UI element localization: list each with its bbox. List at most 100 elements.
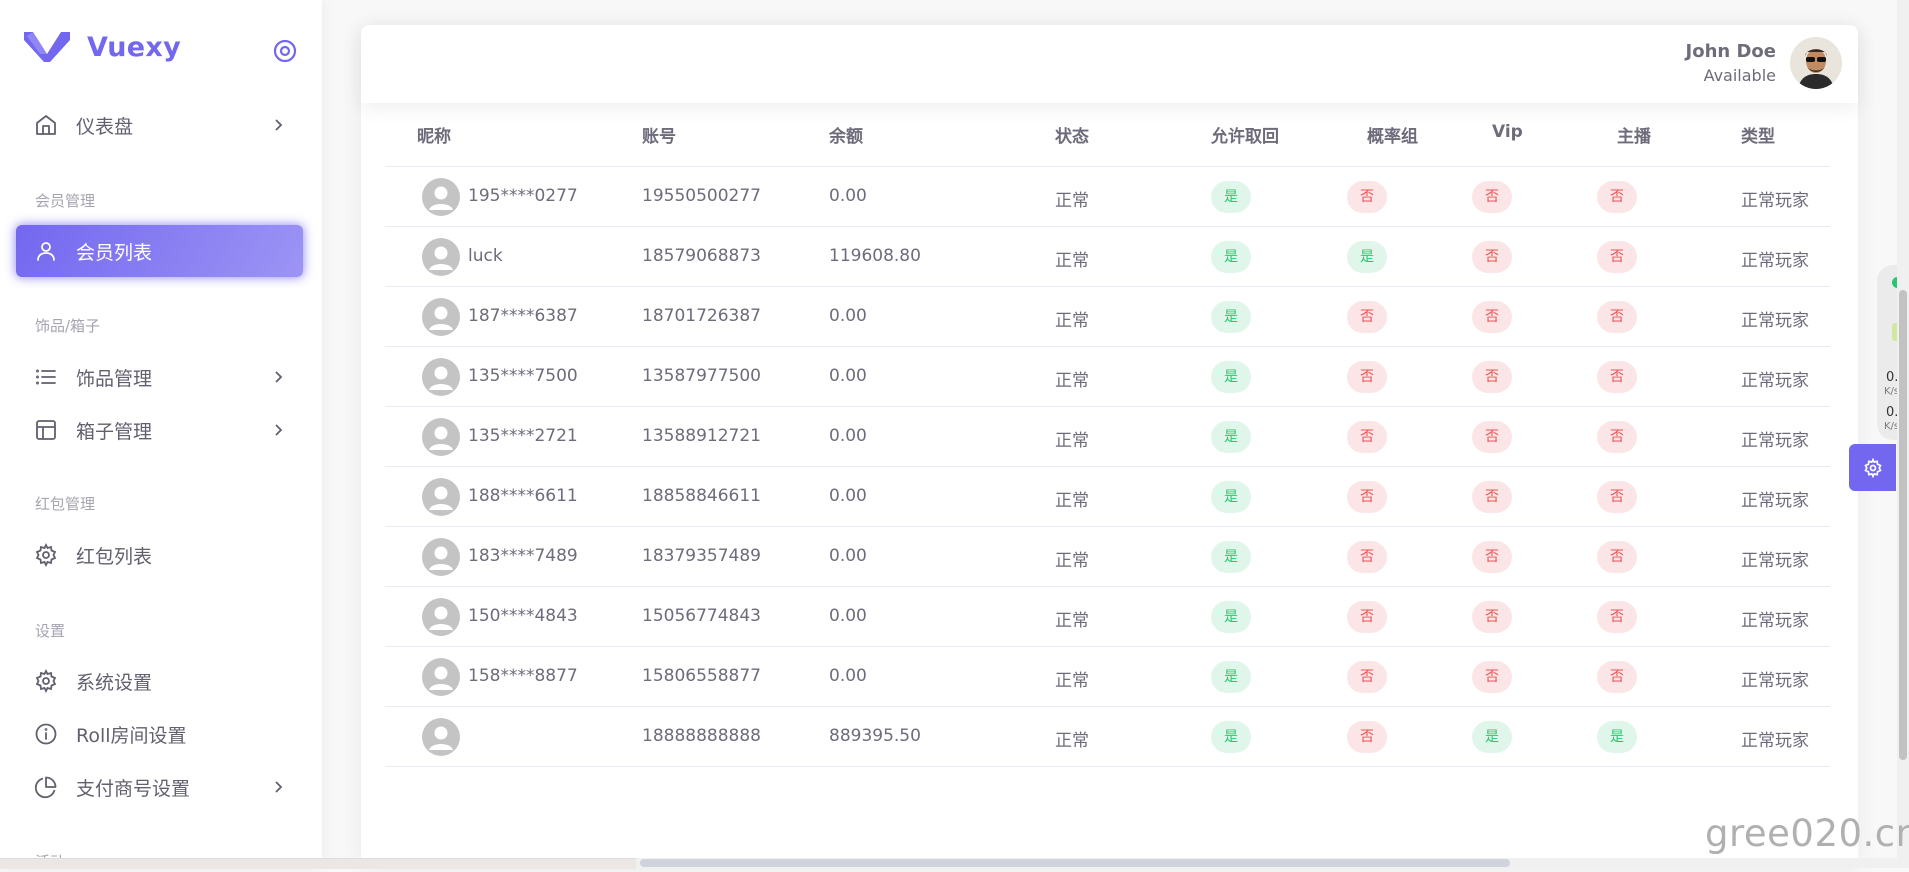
sidebar-item-label: 仪表盘	[76, 115, 134, 138]
vip-badge: 否	[1472, 421, 1512, 453]
vip-badge: 否	[1472, 541, 1512, 573]
column-header-account[interactable]: 账号	[642, 122, 676, 147]
balance-cell: 0.00	[829, 666, 867, 686]
nickname-cell: 183****7489	[468, 546, 578, 566]
anchor-badge: 否	[1597, 541, 1637, 573]
column-header-type[interactable]: 类型	[1741, 122, 1775, 147]
section-header-redpack: 红包管理	[35, 495, 96, 513]
column-header-vip[interactable]: Vip	[1492, 122, 1523, 142]
vip-badge: 是	[1472, 721, 1512, 753]
info-icon	[34, 722, 58, 746]
sidebar-item-redpack-list[interactable]: 红包列表	[16, 529, 303, 581]
avatar	[422, 298, 460, 336]
table-row[interactable]: 187****6387 18701726387 0.00 正常 是 否 否 否 正常玩家	[385, 287, 1830, 347]
avatar	[422, 478, 460, 516]
avatar	[422, 598, 460, 636]
vip-badge: 否	[1472, 361, 1512, 393]
chevron-right-icon	[275, 781, 283, 793]
table-body: 195****0277 19550500277 0.00 正常是否否否正常玩家 luck…	[385, 167, 1830, 767]
column-header-allow-withdraw[interactable]: 允许取回	[1211, 122, 1279, 147]
account-cell: 18888888888	[642, 726, 761, 746]
prob-badge: 否	[1347, 181, 1387, 213]
nickname-cell: 187****6387	[468, 306, 578, 326]
customizer-toggle-button[interactable]	[1849, 444, 1896, 491]
sidebar-item-payment-settings[interactable]: 支付商号设置	[16, 761, 303, 813]
table-header: 昵称 账号 余额 状态 允许取回 概率组 Vip 主播 类型	[385, 104, 1830, 167]
brand[interactable]: Vuexy	[24, 30, 181, 64]
status-cell: 正常	[1055, 311, 1089, 331]
user-avatar[interactable]	[1790, 37, 1842, 89]
table-row[interactable]: 150****4843 15056774843 0.00 正常 是 否 否 否 正常玩家	[385, 587, 1830, 647]
balance-cell: 0.00	[829, 186, 867, 206]
account-cell: 18379357489	[642, 546, 761, 566]
balance-cell: 0.00	[829, 426, 867, 446]
balance-cell: 0.00	[829, 306, 867, 326]
sidebar-item-roll-settings[interactable]: Roll房间设置	[16, 708, 303, 760]
section-header-settings: 设置	[35, 622, 66, 640]
allow-badge: 是	[1211, 541, 1251, 573]
vertical-scrollbar-thumb[interactable]	[1899, 290, 1907, 760]
prob-badge: 否	[1347, 721, 1387, 753]
table-row[interactable]: 135****2721 13588912721 0.00 正常 是 否 否 否 正常玩家	[385, 407, 1830, 467]
sidebar-item-system-settings[interactable]: 系统设置	[16, 655, 303, 707]
column-header-balance[interactable]: 余额	[829, 122, 863, 147]
status-cell: 正常	[1055, 671, 1089, 691]
account-cell: 18701726387	[642, 306, 761, 326]
sidebar-item-item-manage[interactable]: 饰品管理	[16, 351, 303, 403]
table-row[interactable]: 183****7489 18379357489 0.00 正常 是 否 否 否 正常玩家	[385, 527, 1830, 587]
account-cell: 15806558877	[642, 666, 761, 686]
gear-icon	[34, 669, 58, 693]
allow-badge: 是	[1211, 361, 1251, 393]
allow-badge: 是	[1211, 601, 1251, 633]
sidebar-item-dashboard[interactable]: 仪表盘	[16, 99, 303, 151]
table-row[interactable]: 188****6611 18858846611 0.00 正常 是 否 否 否 正常玩家	[385, 467, 1830, 527]
anchor-badge: 否	[1597, 241, 1637, 273]
type-cell: 正常玩家	[1741, 311, 1809, 331]
type-cell: 正常玩家	[1741, 731, 1809, 751]
list-icon	[34, 365, 58, 389]
sidebar: Vuexy 仪表盘 会员管理 会员列表 饰品/箱子 饰品管理 箱子管理 红包管理	[0, 0, 322, 868]
sidebar-item-box-manage[interactable]: 箱子管理	[16, 404, 303, 456]
allow-badge: 是	[1211, 721, 1251, 753]
status-cell: 正常	[1055, 431, 1089, 451]
allow-badge: 是	[1211, 421, 1251, 453]
section-header-members: 会员管理	[35, 192, 96, 210]
layout-icon	[34, 418, 58, 442]
horizontal-scrollbar-thumb[interactable]	[640, 859, 1510, 867]
anchor-badge: 否	[1597, 181, 1637, 213]
nickname-cell: luck	[468, 246, 503, 266]
user-name[interactable]: John Doe	[1686, 41, 1776, 62]
column-header-status[interactable]: 状态	[1055, 122, 1089, 147]
table-row[interactable]: 18888888888 889395.50 正常 是 否 是 是 正常玩家	[385, 707, 1830, 767]
anchor-badge: 否	[1597, 661, 1637, 693]
balance-cell: 0.00	[829, 546, 867, 566]
table-row[interactable]: luck 18579068873 119608.80 正常 是 是 否 否 正常玩家	[385, 227, 1830, 287]
account-cell: 18579068873	[642, 246, 761, 266]
section-header-items: 饰品/箱子	[35, 317, 101, 335]
anchor-badge: 否	[1597, 301, 1637, 333]
table-row[interactable]: 158****8877 15806558877 0.00 正常 是 否 否 否 正常玩家	[385, 647, 1830, 707]
browser-status-bar	[0, 858, 636, 869]
redaction-mask	[481, 731, 601, 766]
balance-cell: 0.00	[829, 366, 867, 386]
nickname-cell: 150****4843	[468, 606, 578, 626]
column-header-nickname[interactable]: 昵称	[417, 122, 451, 147]
table-row[interactable]: 195****0277 19550500277 0.00 正常 是 否 否 否 正常玩家	[385, 167, 1830, 227]
avatar	[422, 418, 460, 456]
column-header-anchor[interactable]: 主播	[1617, 122, 1651, 147]
type-cell: 正常玩家	[1741, 371, 1809, 391]
sidebar-item-label: 支付商号设置	[76, 777, 191, 800]
nickname-cell: 135****2721	[468, 426, 578, 446]
allow-badge: 是	[1211, 481, 1251, 513]
table-row[interactable]: 135****7500 13587977500 0.00 正常 是 否 否 否 正常玩家	[385, 347, 1830, 407]
sidebar-item-label: 系统设置	[76, 671, 153, 694]
column-header-prob-group[interactable]: 概率组	[1367, 122, 1418, 147]
avatar	[422, 178, 460, 216]
sidebar-item-member-list[interactable]: 会员列表	[16, 225, 303, 277]
anchor-badge: 否	[1597, 361, 1637, 393]
type-cell: 正常玩家	[1741, 251, 1809, 271]
collapse-toggle-icon[interactable]	[272, 38, 298, 64]
allow-badge: 是	[1211, 301, 1251, 333]
gear-icon	[34, 543, 58, 567]
members-table: 昵称 账号 余额 状态 允许取回 概率组 Vip 主播 类型 195****02…	[385, 104, 1830, 767]
